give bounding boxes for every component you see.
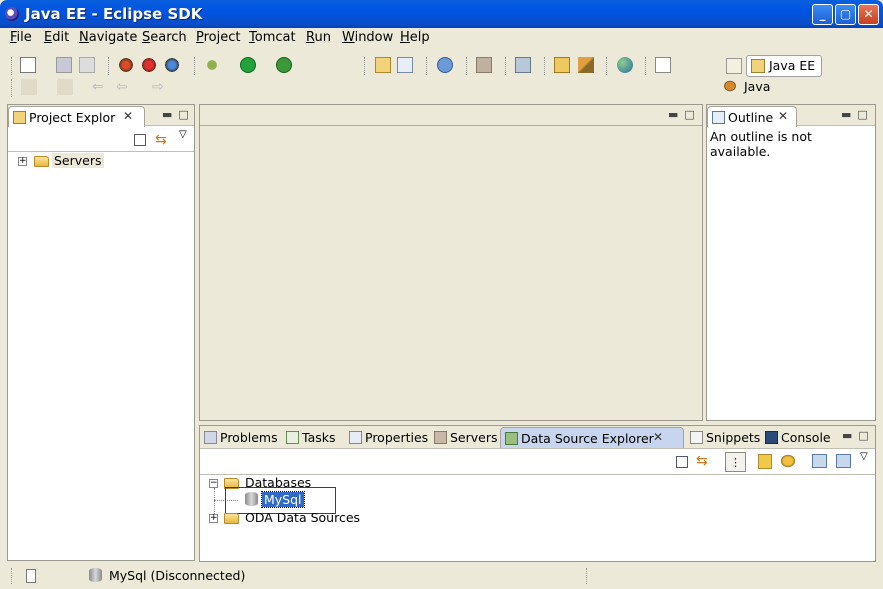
export-icon[interactable]	[836, 454, 851, 468]
open-type-icon[interactable]	[554, 57, 570, 73]
tab-snippets[interactable]: Snippets	[686, 427, 766, 448]
new-class-icon[interactable]	[397, 57, 413, 73]
project-explorer-icon	[13, 111, 26, 124]
dse-collapse-all-icon[interactable]	[676, 456, 688, 468]
annotation-icon[interactable]	[655, 57, 671, 73]
expand-oda-icon[interactable]: +	[209, 514, 218, 523]
prev-annotation-icon[interactable]	[57, 79, 73, 95]
new-java-project-icon[interactable]	[375, 57, 391, 73]
close-button[interactable]: ✕	[858, 4, 879, 25]
perspective-java-ee[interactable]: Java EE	[746, 55, 822, 77]
console-icon	[765, 431, 778, 444]
menu-edit[interactable]: Edit	[44, 30, 69, 45]
tab-console[interactable]: Console	[761, 427, 837, 448]
next-annotation-icon[interactable]	[21, 79, 37, 95]
menu-file[interactable]: File	[10, 30, 32, 45]
menu-window[interactable]: Window	[342, 30, 393, 45]
folder-icon	[34, 156, 49, 167]
tab-tasks[interactable]: Tasks	[282, 427, 342, 448]
tab-project-explorer[interactable]: Project Explor ✕	[8, 106, 145, 127]
editor-minimize-maximize-icon[interactable]: ▬□	[668, 108, 701, 121]
menu-project[interactable]: Project	[196, 30, 241, 45]
status-database-icon	[89, 568, 102, 582]
web-service-icon[interactable]	[437, 57, 453, 73]
run-icon[interactable]	[240, 57, 256, 73]
project-explorer-view: Project Explor ✕ ▬□ ⇆ ▽ + Servers	[7, 104, 195, 561]
status-bar: MySql (Disconnected)	[0, 563, 883, 589]
eclipse-icon	[5, 7, 19, 21]
bug-search-icon[interactable]	[164, 57, 180, 73]
collapse-all-icon[interactable]	[134, 134, 146, 146]
java-ee-icon	[751, 59, 765, 73]
menu-search[interactable]: Search	[142, 30, 187, 45]
bug-icon[interactable]	[118, 57, 134, 73]
outline-message: An outline is not available.	[710, 129, 812, 159]
tasks-icon	[286, 431, 299, 444]
oda-folder-icon	[224, 513, 239, 524]
close-outline-tab-icon[interactable]: ✕	[778, 109, 788, 123]
editor-area: ▬□	[199, 104, 703, 421]
close-tab-icon[interactable]: ✕	[123, 109, 133, 123]
outline-icon	[712, 111, 725, 124]
print-icon[interactable]	[79, 57, 95, 73]
dse-link-icon[interactable]: ⇆	[696, 453, 708, 469]
snippets-icon	[690, 431, 703, 444]
open-perspective-icon[interactable]	[726, 58, 742, 74]
menu-bar: File Edit Navigate Search Project Tomcat…	[0, 28, 883, 48]
panel-minimize-maximize-icon[interactable]: ▬□	[842, 429, 875, 442]
debug-icon[interactable]	[204, 57, 220, 73]
status-text: MySql (Disconnected)	[109, 568, 246, 583]
bottom-panel: Problems Tasks Properties Servers Data S…	[199, 425, 876, 562]
server-icon[interactable]	[476, 57, 492, 73]
new-icon[interactable]	[20, 57, 36, 73]
menu-help[interactable]: Help	[400, 30, 430, 45]
back-icon[interactable]: ⇦	[116, 79, 132, 95]
outline-minimize-maximize-icon[interactable]: ▬□	[841, 108, 874, 121]
minimize-button[interactable]: _	[812, 4, 833, 25]
tab-problems[interactable]: Problems	[200, 427, 284, 448]
deploy-icon[interactable]	[515, 57, 531, 73]
tab-data-source-explorer[interactable]: Data Source Explorer ✕	[500, 427, 684, 448]
forward-icon[interactable]: ⇨	[152, 79, 168, 95]
servers-icon	[434, 431, 447, 444]
tab-properties[interactable]: Properties	[345, 427, 434, 448]
properties-icon	[349, 431, 362, 444]
search-icon[interactable]	[578, 57, 594, 73]
data-source-explorer-icon	[505, 432, 518, 445]
tab-outline[interactable]: Outline ✕	[707, 106, 797, 127]
view-menu-icon[interactable]: ▽	[179, 129, 187, 140]
outline-view: Outline ✕ ▬□ An outline is not available…	[706, 104, 876, 421]
maximize-button[interactable]: ▢	[835, 4, 856, 25]
collapse-databases-icon[interactable]: −	[209, 479, 218, 488]
tree-item-servers[interactable]: Servers	[52, 153, 104, 168]
expand-icon[interactable]: +	[18, 157, 27, 166]
dse-view-menu-icon[interactable]: ▽	[860, 451, 868, 462]
new-connection-icon[interactable]	[758, 454, 772, 469]
java-perspective-icon	[722, 79, 738, 93]
problems-icon	[204, 431, 217, 444]
link-with-editor-icon[interactable]: ⇆	[155, 132, 167, 148]
window-title: Java EE - Eclipse SDK	[25, 5, 203, 23]
import-icon[interactable]	[812, 454, 827, 468]
tab-servers[interactable]: Servers	[430, 427, 504, 448]
tree-item-oda-data-sources[interactable]: ODA Data Sources	[245, 510, 360, 525]
close-dse-tab-icon[interactable]: ✕	[653, 430, 663, 444]
perspective-java[interactable]: Java	[744, 79, 770, 94]
globe-icon[interactable]	[617, 57, 633, 73]
bug-stop-icon[interactable]	[141, 57, 157, 73]
menu-tomcat[interactable]: Tomcat	[249, 30, 296, 45]
minimize-maximize-icon[interactable]: ▬□	[162, 108, 195, 121]
connect-icon[interactable]	[780, 454, 796, 468]
title-bar: Java EE - Eclipse SDK _ ▢ ✕	[0, 0, 883, 28]
menu-navigate[interactable]: Navigate	[79, 30, 137, 45]
menu-run[interactable]: Run	[306, 30, 331, 45]
external-tools-icon[interactable]	[276, 57, 292, 73]
dse-tree-view-button[interactable]: ⋮	[725, 452, 746, 472]
last-edit-icon[interactable]: ⇐	[92, 79, 108, 95]
fast-view-icon[interactable]	[26, 569, 36, 583]
save-icon[interactable]	[56, 57, 72, 73]
